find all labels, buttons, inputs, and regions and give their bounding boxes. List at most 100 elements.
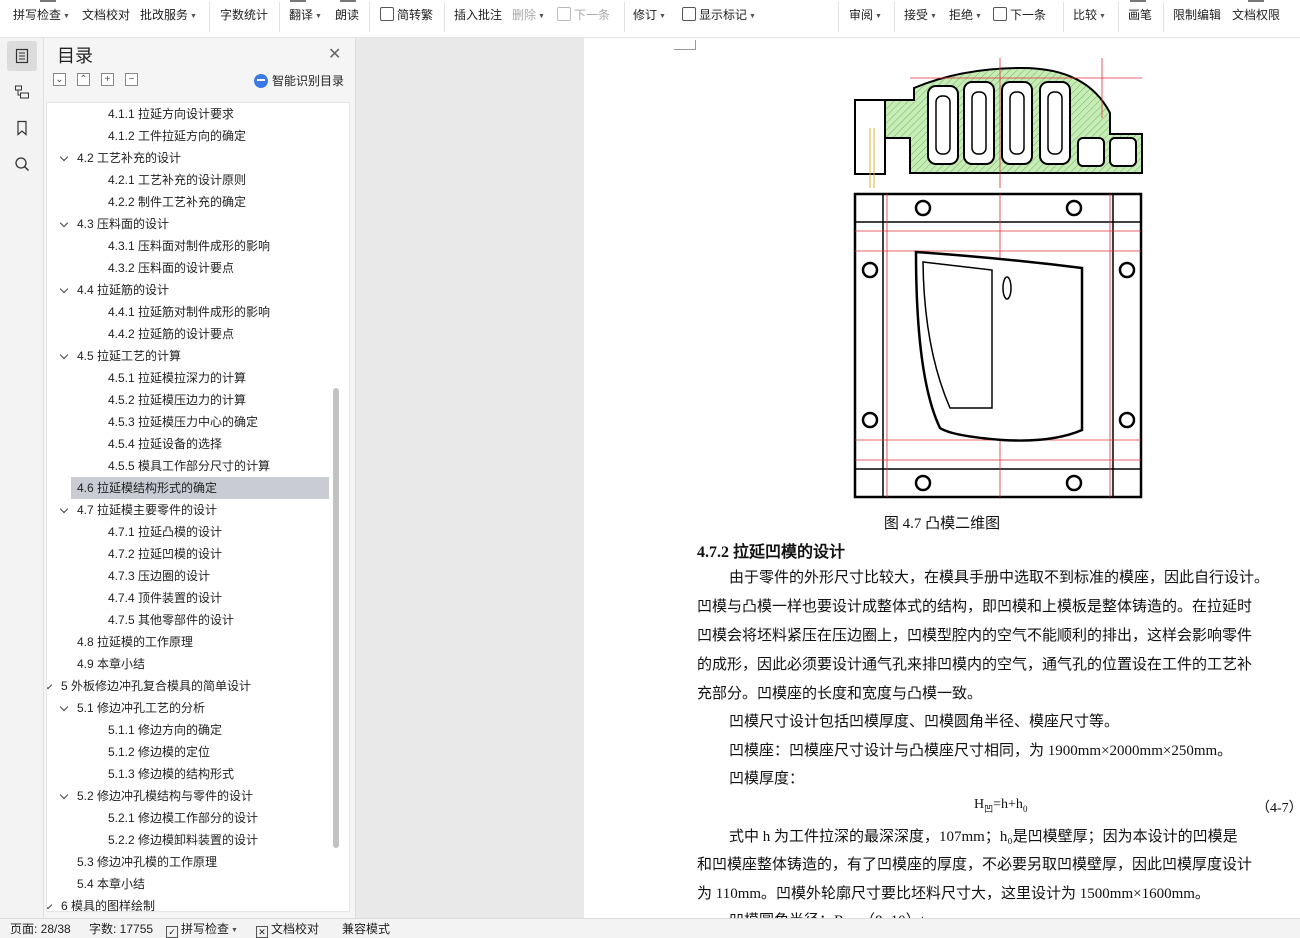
toc-item[interactable]: 5.1.2 修边模的定位 <box>47 741 347 763</box>
paragraph-line: 由于零件的外形尺寸比较大，在模具手册中选取不到标准的模座，因此自行设计。 <box>729 570 1270 586</box>
toc-item[interactable]: 4.1.1 拉延方向设计要求 <box>47 103 347 125</box>
toc-item[interactable]: 5.1.3 修边模的结构形式 <box>47 763 347 785</box>
toc-item[interactable]: 5.1.1 修边方向的确定 <box>47 719 347 741</box>
toc-item[interactable]: 4.8 拉延模的工作原理 <box>47 631 347 653</box>
toc-item[interactable]: 4.5.4 拉延设备的选择 <box>47 433 347 455</box>
chapter-nav-button[interactable] <box>7 77 37 107</box>
chevron-down-icon[interactable] <box>59 350 69 360</box>
add-heading-button[interactable]: + <box>101 73 114 86</box>
find-button[interactable] <box>7 149 37 179</box>
toc-item-label: 5.1 修边冲孔工艺的分析 <box>77 701 206 715</box>
toc-item-label: 4.5.2 拉延模压边力的计算 <box>108 393 247 407</box>
toc-item[interactable]: 5 外板修边冲孔复合模具的简单设计 <box>47 675 347 697</box>
toc-item[interactable]: 4.7.2 拉延凹模的设计 <box>47 543 347 565</box>
insert-comment-button[interactable]: 插入批注 <box>454 6 502 24</box>
pen-button[interactable]: 画笔 <box>1128 6 1152 24</box>
chevron-down-icon[interactable] <box>47 900 53 910</box>
page-corner-mark <box>674 40 696 50</box>
smart-recognize-toc-button[interactable]: 智能识别目录 <box>254 72 344 89</box>
chevron-down-icon[interactable] <box>59 790 69 800</box>
toc-item[interactable]: 4.7.1 拉延凸模的设计 <box>47 521 347 543</box>
review-pane-button[interactable]: 审阅 ▼ <box>849 6 882 24</box>
toc-item[interactable]: 4.3.1 压料面对制件成形的影响 <box>47 235 347 257</box>
toc-item[interactable]: 5.2.2 修边模卸料装置的设计 <box>47 829 347 851</box>
toc-item[interactable]: 4.5.2 拉延模压边力的计算 <box>47 389 347 411</box>
remove-heading-button[interactable]: − <box>125 73 138 86</box>
navigation-strip <box>0 38 44 918</box>
toc-item-label: 4.2.1 工艺补充的设计原则 <box>108 173 247 187</box>
toc-item-label: 4.5.1 拉延模拉深力的计算 <box>108 371 247 385</box>
toc-item[interactable]: 4.6 拉延模结构形式的确定 <box>71 477 329 499</box>
chevron-down-icon[interactable] <box>59 152 69 162</box>
restrict-editing-button[interactable]: 限制编辑 <box>1173 6 1221 24</box>
ribbon-separator <box>279 2 280 32</box>
close-icon[interactable]: ✕ <box>328 44 341 64</box>
chevron-down-icon[interactable] <box>59 504 69 514</box>
proofread-status[interactable]: ✕ 文档校对 <box>256 921 319 938</box>
simplified-to-traditional-button[interactable]: 简转繁 <box>380 6 433 24</box>
toc-item-label: 5.4 本章小结 <box>77 877 146 891</box>
spell-check-status[interactable]: ✓ 拼写检查 ▼ <box>166 921 238 938</box>
chevron-down-icon[interactable] <box>59 702 69 712</box>
proofread-button[interactable]: 文档校对 <box>82 6 130 24</box>
word-count-button[interactable]: 字数统计 <box>220 6 268 24</box>
toc-item[interactable]: 5.1 修边冲孔工艺的分析 <box>47 697 347 719</box>
toc-item[interactable]: 5.3 修边冲孔模的工作原理 <box>47 851 347 873</box>
collapse-all-button[interactable]: ⌃ <box>77 73 90 86</box>
toc-item[interactable]: 4.1.2 工件拉延方向的确定 <box>47 125 347 147</box>
toc-item[interactable]: 4.4.1 拉延筋对制件成形的影响 <box>47 301 347 323</box>
delete-comment-button[interactable]: 删除 ▼ <box>512 6 545 24</box>
toc-item-label: 4.7.1 拉延凸模的设计 <box>108 525 223 539</box>
convert-icon <box>380 7 394 21</box>
read-aloud-button[interactable]: 朗读 <box>335 6 359 24</box>
compare-button[interactable]: 比较 ▼ <box>1073 6 1106 24</box>
bookmark-button[interactable] <box>7 113 37 143</box>
page-indicator[interactable]: 页面: 28/38 <box>10 921 71 937</box>
toc-item[interactable]: 4.2 工艺补充的设计 <box>47 147 347 169</box>
toc-item[interactable]: 4.5.5 模具工作部分尺寸的计算 <box>47 455 347 477</box>
toc-item[interactable]: 4.4.2 拉延筋的设计要点 <box>47 323 347 345</box>
toc-item[interactable]: 5.2.1 修边模工作部分的设计 <box>47 807 347 829</box>
chevron-down-icon[interactable] <box>59 218 69 228</box>
next-comment-button[interactable]: 下一条 <box>557 6 610 24</box>
reject-change-button[interactable]: 拒绝 ▼ <box>949 6 982 24</box>
paragraph-line: 为 110mm。凹模外轮廓尺寸要比坯料尺寸大，这里设计为 1500mm×1600… <box>697 886 1210 902</box>
show-markup-button[interactable]: 显示标记 ▼ <box>682 6 756 24</box>
toc-item[interactable]: 4.3.2 压料面的设计要点 <box>47 257 347 279</box>
toc-item[interactable]: 4.2.1 工艺补充的设计原则 <box>47 169 347 191</box>
toc-item[interactable]: 4.7.4 顶件装置的设计 <box>47 587 347 609</box>
toc-panel-button[interactable] <box>7 41 37 71</box>
toc-item-label: 4.3.1 压料面对制件成形的影响 <box>108 239 271 253</box>
ribbon-separator <box>444 2 445 32</box>
toc-item[interactable]: 4.2.2 制件工艺补充的确定 <box>47 191 347 213</box>
expand-all-button[interactable]: ⌄ <box>53 73 66 86</box>
word-count-indicator[interactable]: 字数: 17755 <box>89 921 153 937</box>
track-changes-button[interactable]: 修订 ▼ <box>633 6 666 24</box>
toc-item[interactable]: 4.4 拉延筋的设计 <box>47 279 347 301</box>
spell-check-button[interactable]: 拼写检查 ▼ <box>13 6 70 24</box>
toc-item[interactable]: 5.4 本章小结 <box>47 873 347 895</box>
toc-item[interactable]: 4.7.3 压边圈的设计 <box>47 565 347 587</box>
toc-item[interactable]: 4.7.5 其他零部件的设计 <box>47 609 347 631</box>
accept-change-button[interactable]: 接受 ▼ <box>904 6 937 24</box>
toc-item-label: 4.7.2 拉延凹模的设计 <box>108 547 223 561</box>
next-change-button[interactable]: 下一条 <box>993 6 1046 24</box>
toc-item-label: 4.4 拉延筋的设计 <box>77 283 170 297</box>
chevron-down-icon[interactable] <box>47 680 53 690</box>
toc-item[interactable]: 4.5.3 拉延模压力中心的确定 <box>47 411 347 433</box>
punch-die-drawing <box>853 58 1143 499</box>
toc-item[interactable]: 4.5.1 拉延模拉深力的计算 <box>47 367 347 389</box>
toc-item[interactable]: 5.2 修边冲孔模结构与零件的设计 <box>47 785 347 807</box>
document-permission-button[interactable]: 文档权限 <box>1232 6 1280 24</box>
toc-item[interactable]: 6 模具的图样绘制 <box>47 895 347 911</box>
chevron-down-icon[interactable] <box>59 284 69 294</box>
toc-item-label: 5.2.2 修边模卸料装置的设计 <box>108 833 259 847</box>
toc-item-label: 5.3 修边冲孔模的工作原理 <box>77 855 218 869</box>
toc-item[interactable]: 4.3 压料面的设计 <box>47 213 347 235</box>
toc-item[interactable]: 4.7 拉延模主要零件的设计 <box>47 499 347 521</box>
review-service-button[interactable]: 批改服务 ▼ <box>140 6 197 24</box>
translate-button[interactable]: 翻译 ▼ <box>289 6 322 24</box>
compat-mode-indicator: 兼容模式 <box>342 922 391 936</box>
toc-item[interactable]: 4.5 拉延工艺的计算 <box>47 345 347 367</box>
toc-item[interactable]: 4.9 本章小结 <box>47 653 347 675</box>
